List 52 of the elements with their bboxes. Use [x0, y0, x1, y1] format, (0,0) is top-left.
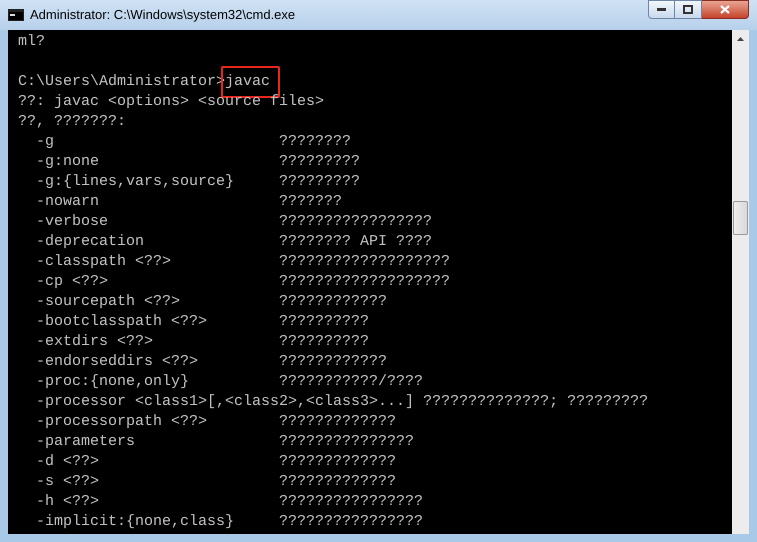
window-title: Administrator: C:\Windows\system32\cmd.exe [30, 6, 296, 24]
option-name: -proc:{none,only} [36, 372, 190, 392]
option-name: -sourcepath <??> [36, 292, 182, 312]
option-name: -cp <??> [36, 272, 110, 292]
option-name: -d <??> [36, 452, 100, 472]
option-description: ??????????????????? [279, 272, 450, 292]
option-description: ??????? [279, 192, 342, 212]
option-description: ????????????? [279, 412, 396, 432]
option-name: -h <??> [36, 492, 100, 512]
option-description: ???????????????? [279, 492, 424, 512]
option-name: -verbose [36, 212, 110, 232]
option-description: ???????? [279, 132, 352, 152]
option-description: ????????????? [279, 472, 396, 492]
option-description: ??????????????? [279, 432, 414, 452]
option-name: -classpath <??> [36, 252, 172, 272]
console-text: ??, ???????: [18, 113, 126, 130]
option-description: ???????????? [279, 292, 388, 312]
option-description: ????????????? [279, 452, 396, 472]
option-description: ???????? API ???? [279, 232, 432, 252]
option-name: -g [36, 132, 56, 152]
option-name: -s <??> [36, 472, 100, 492]
option-name: -processorpath <??> [36, 412, 208, 432]
close-icon [720, 5, 730, 14]
option-description: ???????????????? [279, 512, 424, 532]
option-name: -nowarn [36, 192, 100, 212]
minimize-button[interactable] [648, 0, 675, 19]
scrollbar[interactable] [732, 30, 749, 534]
option-description: ???????????/???? [279, 372, 424, 392]
option-name: -parameters [36, 432, 136, 452]
option-description: ??????????????; ????????? [423, 392, 648, 412]
option-name: -bootclasspath <??> [36, 312, 208, 332]
option-name: -extdirs <??> [36, 332, 154, 352]
maximize-button[interactable] [675, 0, 702, 19]
option-name: -endorseddirs <??> [36, 352, 200, 372]
option-name: -g:none [36, 152, 100, 172]
console-text: ml? [18, 33, 46, 50]
close-button[interactable] [702, 0, 749, 19]
option-description: ????????? [279, 152, 360, 172]
option-name: -deprecation [36, 232, 146, 252]
option-description: ??????????????????? [279, 252, 450, 272]
option-description: ????????? [279, 172, 360, 192]
minimize-icon [657, 8, 666, 11]
option-description: ????????????????? [279, 212, 432, 232]
console-app-icon [8, 9, 24, 21]
option-description: ?????????? [279, 332, 370, 352]
option-name: -processor <class1>[,<class2>,<class3>...] [36, 392, 416, 412]
maximize-icon [683, 5, 693, 14]
scroll-thumb[interactable] [733, 201, 748, 235]
option-description: ?????????? [279, 312, 370, 332]
option-name: -implicit:{none,class} [36, 512, 236, 532]
option-name: -g:{lines,vars,source} [36, 172, 236, 192]
option-description: ???????????? [279, 352, 388, 372]
